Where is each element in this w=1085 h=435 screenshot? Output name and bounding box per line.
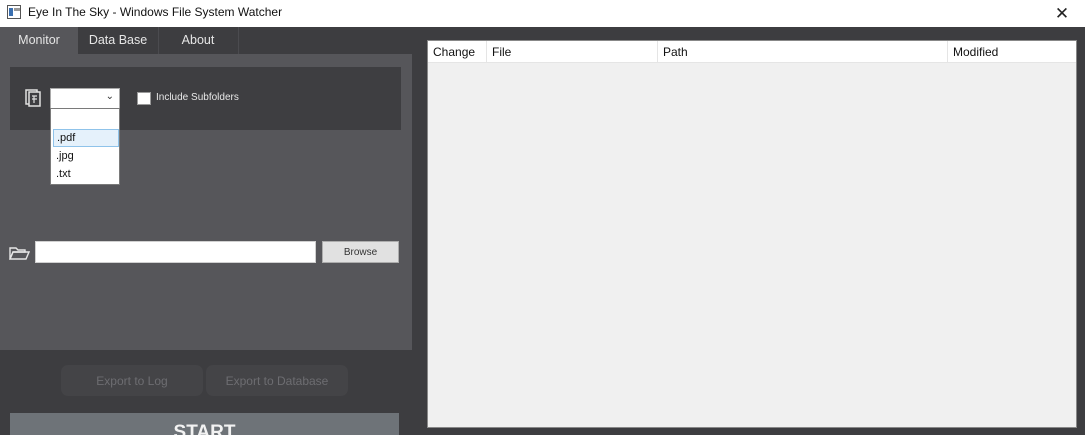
dropdown-option-txt[interactable]: .txt <box>53 165 119 183</box>
list-header: Change File Path Modified <box>428 41 1076 63</box>
open-folder-icon <box>8 245 31 261</box>
include-subfolders-checkbox[interactable] <box>137 92 151 105</box>
start-button[interactable]: START <box>10 413 399 435</box>
export-to-database-button[interactable]: Export to Database <box>206 365 348 396</box>
browse-button[interactable]: Browse <box>322 241 399 263</box>
window-title: Eye In The Sky - Windows File System Wat… <box>28 5 283 19</box>
action-area: Export to Log Export to Database START <box>0 350 412 435</box>
dropdown-option-jpg[interactable]: .jpg <box>53 147 119 165</box>
path-input[interactable] <box>35 241 316 263</box>
dropdown-option-empty[interactable] <box>53 111 119 129</box>
tab-monitor[interactable]: Monitor <box>0 27 78 54</box>
chevron-down-icon: ⌄ <box>105 91 114 102</box>
document-filter-icon <box>25 89 41 107</box>
app-window-icon <box>7 5 21 19</box>
app-body: Monitor Data Base About ⌄ Include Subfol… <box>0 27 1085 435</box>
extension-dropdown-list: .pdf .jpg .txt <box>50 108 120 185</box>
changes-list-view[interactable]: Change File Path Modified <box>427 40 1077 428</box>
column-header-change[interactable]: Change <box>428 41 487 63</box>
tab-divider <box>238 27 239 54</box>
column-header-modified[interactable]: Modified <box>948 41 1076 63</box>
title-bar: Eye In The Sky - Windows File System Wat… <box>0 0 1085 27</box>
close-button[interactable]: ✕ <box>1039 0 1085 27</box>
extension-select[interactable]: ⌄ <box>50 88 120 109</box>
tab-about[interactable]: About <box>158 27 238 54</box>
tab-strip: Monitor Data Base About <box>0 27 412 54</box>
column-header-file[interactable]: File <box>487 41 658 63</box>
column-header-path[interactable]: Path <box>658 41 948 63</box>
include-subfolders-label: Include Subfolders <box>156 92 239 103</box>
tab-database[interactable]: Data Base <box>78 27 158 54</box>
dropdown-option-pdf[interactable]: .pdf <box>53 129 119 147</box>
export-to-log-button[interactable]: Export to Log <box>61 365 203 396</box>
